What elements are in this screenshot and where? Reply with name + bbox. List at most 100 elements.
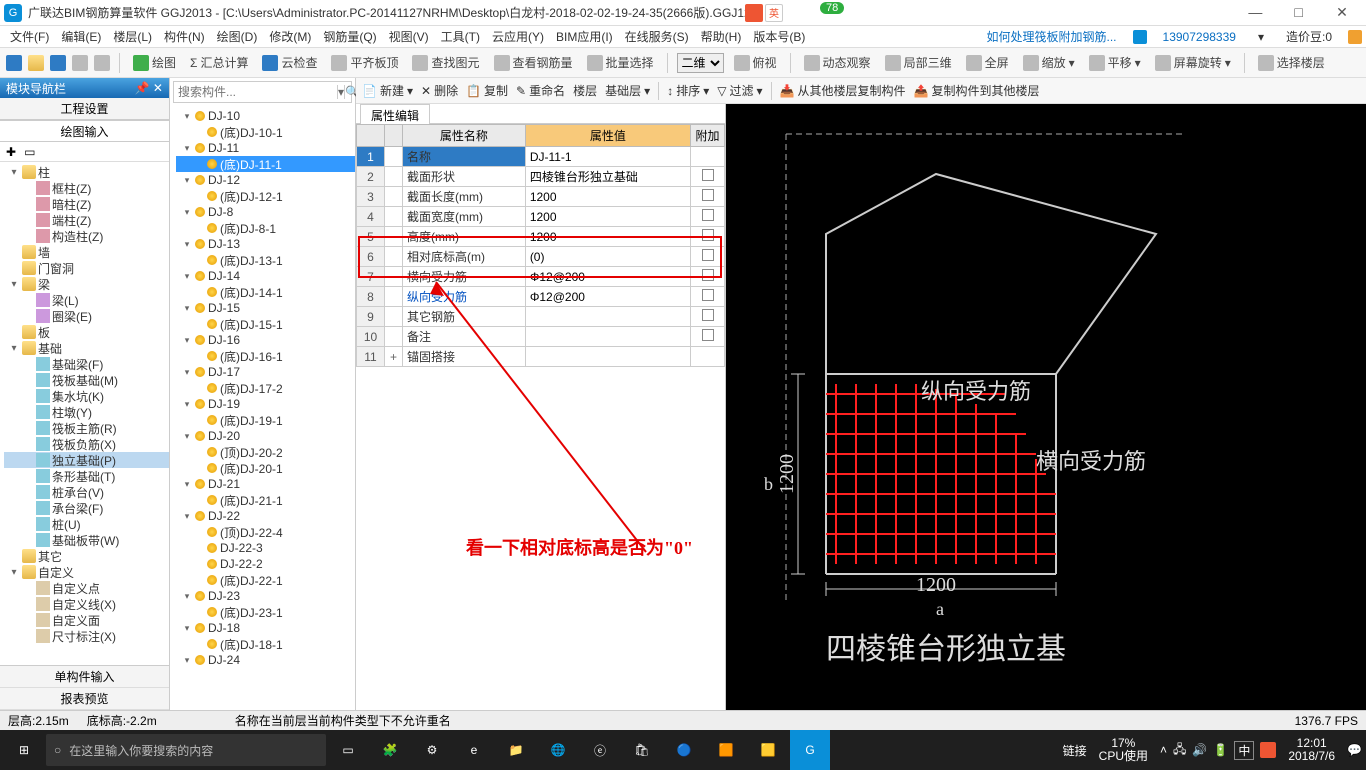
property-row[interactable]: 7横向受力筋Φ12@200 [357,267,725,287]
component-group[interactable]: ▾DJ-12 [176,172,355,188]
nav-group[interactable]: ▾梁 [4,276,169,292]
component-item[interactable]: DJ-22-2 [176,556,355,572]
minimize-button[interactable]: — [1235,4,1275,20]
menu-version[interactable]: 版本号(B) [747,28,811,45]
ggj-taskbar-icon[interactable]: G [790,730,830,770]
nav-group[interactable]: 门窗洞 [4,260,169,276]
component-group[interactable]: ▾DJ-22 [176,508,355,524]
component-item[interactable]: (底)DJ-14-1 [176,284,355,300]
taskview-icon[interactable]: ▭ [328,730,368,770]
base-floor-select[interactable]: 基础层 ▾ [605,82,650,99]
nav-group[interactable]: ▾柱 [4,164,169,180]
nav-item[interactable]: 自定义线(X) [4,596,169,612]
undo-icon[interactable] [72,55,88,71]
ime-lang-icon[interactable]: 英 [765,4,783,22]
pin-icon[interactable]: 📌 ✕ [135,81,163,95]
topview-button[interactable]: 俯视 [730,52,781,73]
nav-item[interactable]: 桩承台(V) [4,484,169,500]
component-item[interactable]: (底)DJ-18-1 [176,636,355,652]
flat-top-button[interactable]: 平齐板顶 [327,52,402,73]
component-item[interactable]: (顶)DJ-22-4 [176,524,355,540]
component-group[interactable]: ▾DJ-13 [176,236,355,252]
nav-bottom-report[interactable]: 报表预览 [0,688,169,710]
app-icon-4[interactable]: 🔵 [664,730,704,770]
pan-button[interactable]: 平移 ▾ [1085,52,1145,73]
component-item[interactable]: (底)DJ-15-1 [176,316,355,332]
component-group[interactable]: ▾DJ-18 [176,620,355,636]
nav-item[interactable]: 承台梁(F) [4,500,169,516]
cpu-meter[interactable]: 17%CPU使用 [1093,737,1154,763]
fullscreen-button[interactable]: 全屏 [962,52,1013,73]
explorer-icon[interactable]: 📁 [496,730,536,770]
property-row[interactable]: 8纵向受力筋Φ12@200 [357,287,725,307]
component-item[interactable]: (底)DJ-20-1 [176,460,355,476]
component-group[interactable]: ▾DJ-16 [176,332,355,348]
rotate-screen-button[interactable]: 屏幕旋转 ▾ [1151,52,1235,73]
nav-item[interactable]: 框柱(Z) [4,180,169,196]
new-icon[interactable] [6,55,22,71]
tray-ime-icon[interactable]: 中 [1234,741,1254,760]
nav-group[interactable]: ▾基础 [4,340,169,356]
property-grid[interactable]: 属性名称 属性值 附加 1名称DJ-11-12截面形状四棱锥台形独立基础3截面长… [356,124,725,367]
nav-item[interactable]: 圈梁(E) [4,308,169,324]
tray-vol-icon[interactable]: 🔊 [1192,743,1207,757]
component-item[interactable]: (底)DJ-17-2 [176,380,355,396]
sogou-icon[interactable] [745,4,763,22]
component-group[interactable]: ▾DJ-24 [176,652,355,668]
app-icon-1[interactable]: 🧩 [370,730,410,770]
nav-item[interactable]: 桩(U) [4,516,169,532]
component-group[interactable]: ▾DJ-14 [176,268,355,284]
component-tree[interactable]: ▾DJ-10(底)DJ-10-1▾DJ-11(底)DJ-11-1▾DJ-12(底… [170,106,355,710]
nav-group[interactable]: 墙 [4,244,169,260]
nav-tab-draw[interactable]: 绘图输入 [0,120,169,142]
nav-item[interactable]: 柱墩(Y) [4,404,169,420]
orbit-button[interactable]: 动态观察 [800,52,875,73]
component-group[interactable]: ▾DJ-23 [176,588,355,604]
help-link[interactable]: 如何处理筏板附加钢筋... [981,28,1123,45]
component-item[interactable]: (底)DJ-8-1 [176,220,355,236]
component-item[interactable]: (底)DJ-13-1 [176,252,355,268]
nav-tree[interactable]: ▾柱框柱(Z)暗柱(Z)端柱(Z)构造柱(Z)墙门窗洞▾梁梁(L)圈梁(E)板▾… [0,162,169,665]
component-item[interactable]: (底)DJ-12-1 [176,188,355,204]
start-button[interactable]: ⊞ [4,730,44,770]
menu-component[interactable]: 构件(N) [158,28,211,45]
component-item[interactable]: (底)DJ-10-1 [176,124,355,140]
menu-cloud[interactable]: 云应用(Y) [486,28,550,45]
tray-battery-icon[interactable]: 🔋 [1213,743,1228,757]
nav-item[interactable]: 基础板带(W) [4,532,169,548]
nav-group[interactable]: ▾自定义 [4,564,169,580]
draw-button[interactable]: 绘图 [129,52,180,73]
component-item[interactable]: (底)DJ-22-1 [176,572,355,588]
new-comp-button[interactable]: 📄 新建 ▾ [362,82,413,99]
app-icon-5[interactable]: 🟧 [706,730,746,770]
delete-comp-button[interactable]: ✕ 删除 [421,82,458,99]
cloud-check-button[interactable]: 云检查 [258,52,321,73]
component-item[interactable]: (顶)DJ-20-2 [176,444,355,460]
taskbar-clock[interactable]: 12:012018/7/6 [1282,737,1341,763]
nav-item[interactable]: 梁(L) [4,292,169,308]
view-mode-select[interactable]: 二维 [677,53,724,73]
drawing-viewport[interactable]: 纵向受力筋 横向受力筋 1200 b 1200 a 四棱锥台形独立基 [726,104,1366,710]
property-row[interactable]: 2截面形状四棱锥台形独立基础 [357,167,725,187]
component-item[interactable]: (底)DJ-23-1 [176,604,355,620]
property-row[interactable]: 6相对底标高(m)(0) [357,247,725,267]
search-input[interactable] [174,85,337,99]
component-group[interactable]: ▾DJ-17 [176,364,355,380]
copy-from-floor-button[interactable]: 📥 从其他楼层复制构件 [780,82,906,99]
nav-item[interactable]: 基础梁(F) [4,356,169,372]
tray-up-icon[interactable]: ˄ [1160,743,1167,757]
nav-item[interactable]: 自定义面 [4,612,169,628]
component-group[interactable]: ▾DJ-21 [176,476,355,492]
menu-view[interactable]: 视图(V) [383,28,435,45]
batch-select-button[interactable]: 批量选择 [583,52,658,73]
prop-tab[interactable]: 属性编辑 [360,104,430,126]
nav-item[interactable]: 独立基础(P) [4,452,169,468]
open-icon[interactable] [28,55,44,71]
menu-edit[interactable]: 编辑(E) [55,28,107,45]
component-item[interactable]: DJ-22-3 [176,540,355,556]
sum-button[interactable]: Σ汇总计算 [186,52,252,73]
sort-button[interactable]: ↕ 排序 ▾ [667,82,709,99]
save-icon[interactable] [50,55,66,71]
nav-item[interactable]: 筏板基础(M) [4,372,169,388]
property-row[interactable]: 11+锚固搭接 [357,347,725,367]
